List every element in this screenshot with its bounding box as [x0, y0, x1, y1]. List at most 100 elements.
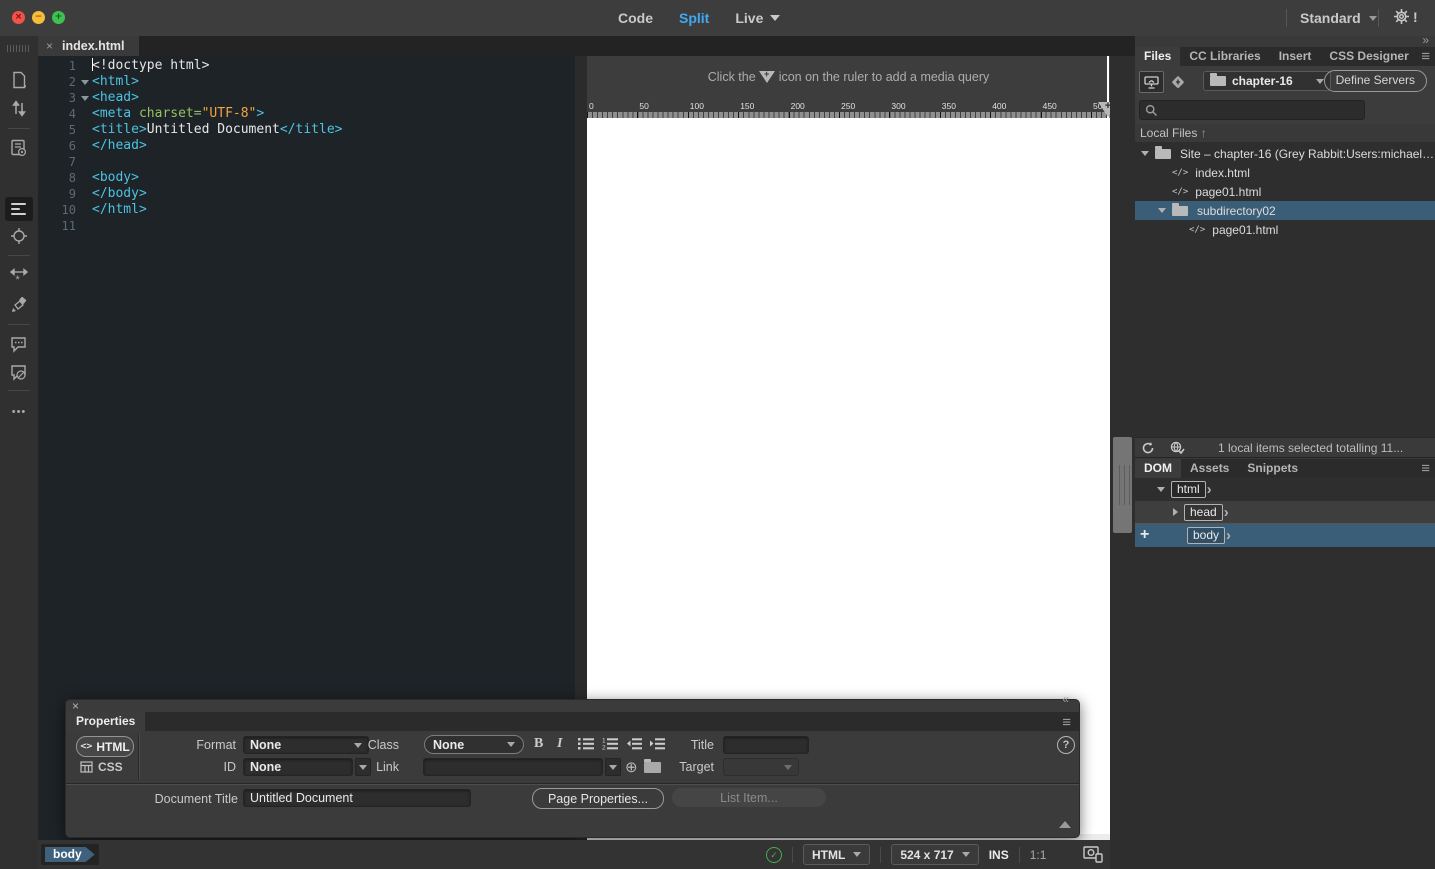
code-line[interactable]: 10</html> — [38, 202, 575, 218]
code-line[interactable]: 3<head> — [38, 90, 575, 106]
file-tree-item[interactable]: Site – chapter-16 (Grey Rabbit:Users:mic… — [1135, 144, 1435, 163]
preview-in-browser-icon[interactable] — [1083, 846, 1103, 868]
dom-node[interactable]: head› — [1135, 501, 1435, 524]
site-view-icon[interactable] — [1139, 71, 1164, 93]
doc-type-dropdown[interactable]: HTML — [803, 844, 870, 865]
close-panel-icon[interactable]: × — [72, 699, 79, 713]
tab-insert[interactable]: Insert — [1270, 47, 1321, 66]
folder-expand-icon[interactable] — [1141, 151, 1149, 156]
tab-assets[interactable]: Assets — [1181, 459, 1238, 478]
live-code-icon[interactable] — [0, 136, 38, 160]
view-mode-split[interactable]: Split — [679, 10, 709, 26]
document-tab[interactable]: × index.html — [38, 36, 139, 56]
format-dropdown[interactable]: None — [243, 736, 369, 754]
list-item-button[interactable]: List Item... — [672, 788, 826, 807]
document-title-input[interactable]: Untitled Document — [243, 789, 471, 807]
file-tree-item[interactable]: </>page01.html — [1135, 220, 1435, 239]
code-line[interactable]: 11 — [38, 218, 575, 234]
tab-snippets[interactable]: Snippets — [1238, 459, 1307, 478]
define-servers-button[interactable]: Define Servers — [1324, 70, 1427, 92]
folder-expand-icon[interactable] — [1158, 208, 1166, 213]
customize-toolbar-button[interactable]: ••• — [0, 400, 38, 424]
page-properties-button[interactable]: Page Properties... — [532, 788, 664, 809]
link-input[interactable] — [423, 758, 603, 776]
file-tree-item[interactable]: </>index.html — [1135, 163, 1435, 182]
format-source-code-button[interactable] — [5, 197, 33, 221]
properties-tab[interactable]: Properties — [66, 712, 145, 731]
code-line[interactable]: 2<html> — [38, 74, 575, 90]
expand-panel-icon[interactable] — [1059, 821, 1071, 828]
tab-dom[interactable]: DOM — [1135, 459, 1181, 478]
site-select-dropdown[interactable]: chapter-16 — [1203, 71, 1331, 91]
code-line[interactable]: 4<meta charset="UTF-8"> — [38, 106, 575, 122]
outdent-button[interactable] — [626, 737, 643, 750]
view-mode-code[interactable]: Code — [618, 10, 653, 26]
refresh-icon[interactable] — [1141, 441, 1155, 455]
sort-up-arrow-icon[interactable]: ↑ — [1201, 126, 1207, 140]
files-search-input[interactable] — [1139, 100, 1365, 120]
code-line[interactable]: 7 — [38, 154, 575, 170]
collapse-panel-icon[interactable]: « — [1062, 692, 1069, 706]
vertical-scrollbar-thumb[interactable] — [1113, 437, 1132, 533]
files-panel-menu-icon[interactable]: ≡ — [1421, 48, 1430, 65]
id-dropdown[interactable]: None — [243, 758, 353, 776]
apply-comment-brush-icon[interactable] — [0, 292, 38, 316]
wrap-tag-icon[interactable]: * — [0, 264, 38, 288]
tab-css-designer[interactable]: CSS Designer — [1320, 47, 1417, 66]
apply-comment-icon[interactable] — [0, 332, 38, 356]
ordered-list-button[interactable]: 12 — [602, 737, 619, 750]
fold-arrow-icon[interactable] — [76, 90, 92, 106]
bold-button[interactable]: B — [534, 736, 543, 752]
tab-files[interactable]: Files — [1135, 47, 1180, 66]
sync-settings-button[interactable]: ! — [1393, 8, 1418, 25]
help-icon[interactable]: ? — [1057, 736, 1075, 754]
title-input[interactable] — [723, 736, 809, 754]
code-line[interactable]: 1<!doctype html> — [38, 58, 575, 74]
target-dropdown[interactable] — [723, 758, 799, 776]
code-line[interactable]: 6</head> — [38, 138, 575, 154]
add-element-button[interactable]: + — [1140, 526, 1149, 544]
workspace-switcher[interactable]: Standard — [1300, 0, 1377, 36]
indent-button[interactable] — [649, 737, 666, 750]
remove-comment-icon[interactable] — [0, 360, 38, 384]
window-minimize-button[interactable]: − — [32, 11, 45, 24]
view-mode-live[interactable]: Live — [735, 10, 780, 26]
git-icon[interactable] — [1169, 73, 1187, 91]
window-close-button[interactable]: × — [12, 11, 25, 24]
collapse-panels-icon[interactable]: » — [1422, 33, 1429, 47]
tag-selector-body[interactable]: body — [45, 847, 95, 862]
point-to-file-icon[interactable]: ⊕ — [625, 758, 638, 776]
class-dropdown[interactable]: None — [424, 735, 524, 754]
fold-arrow-icon[interactable] — [76, 74, 92, 90]
remote-sync-icon[interactable] — [1169, 441, 1185, 455]
dom-node[interactable]: +body› — [1135, 524, 1435, 547]
code-line[interactable]: 9</body> — [38, 186, 575, 202]
browse-for-file-icon[interactable] — [644, 762, 661, 773]
dom-node[interactable]: html› — [1135, 478, 1435, 501]
inspect-mode-icon[interactable] — [0, 224, 38, 248]
html-properties-button[interactable]: <> HTML — [76, 736, 134, 757]
indent-spacer — [76, 154, 92, 170]
ruler-major-tick — [587, 112, 588, 118]
tab-cc-libraries[interactable]: CC Libraries — [1180, 47, 1269, 66]
code-line[interactable]: 8<body> — [38, 170, 575, 186]
dom-expand-icon[interactable] — [1157, 487, 1165, 492]
dom-panel-menu-icon[interactable]: ≡ — [1421, 460, 1430, 477]
window-size-dropdown[interactable]: 524 x 717 — [891, 844, 978, 865]
indent-spacer — [76, 202, 92, 218]
code-line[interactable]: 5<title>Untitled Document</title> — [38, 122, 575, 138]
open-documents-icon[interactable] — [0, 68, 38, 92]
link-dropdown-chevron[interactable] — [605, 758, 621, 776]
toolbar-grip-handle[interactable] — [7, 45, 31, 52]
italic-button[interactable]: I — [557, 736, 562, 752]
close-tab-icon[interactable]: × — [46, 40, 53, 52]
insert-mode-indicator[interactable]: INS — [989, 848, 1009, 862]
css-properties-button[interactable]: CSS — [80, 760, 123, 774]
file-management-icon[interactable] — [0, 96, 38, 120]
file-tree-item[interactable]: </>page01.html — [1135, 182, 1435, 201]
unordered-list-button[interactable] — [578, 737, 595, 750]
panel-menu-icon[interactable]: ≡ — [1062, 714, 1071, 731]
file-tree-item[interactable]: subdirectory02 — [1135, 201, 1435, 220]
dom-collapse-icon[interactable] — [1173, 508, 1178, 516]
window-zoom-button[interactable]: + — [52, 11, 65, 24]
